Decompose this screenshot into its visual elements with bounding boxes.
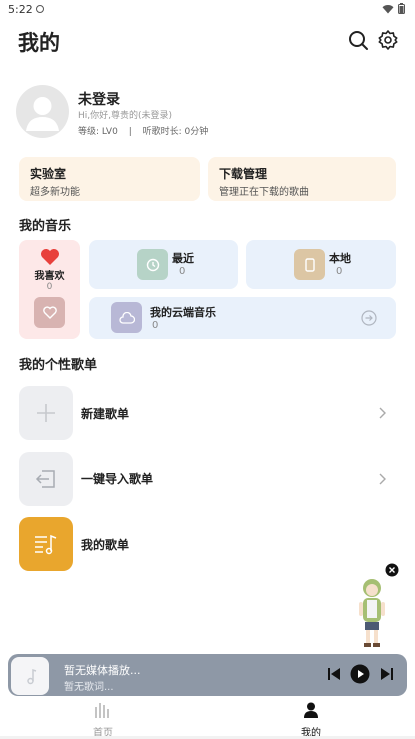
phone-icon: [304, 257, 315, 272]
status-icons: [382, 3, 405, 14]
favorite-tile[interactable]: 我喜欢 0: [19, 240, 80, 339]
playlists-title: 我的个性歌单: [19, 358, 98, 373]
status-bar: 5:22: [0, 0, 415, 20]
cloud-music-tile[interactable]: 我的云端音乐 0: [89, 297, 396, 339]
player-lyrics: 暂无歌词...: [64, 682, 114, 693]
cloud-music-count: 0: [152, 320, 159, 331]
stats-separator: |: [128, 127, 132, 137]
recent-count: 0: [179, 266, 186, 277]
listen-time: 听歌时长: 0分钟: [142, 127, 209, 137]
user-name[interactable]: 未登录: [78, 89, 120, 109]
import-playlist-button[interactable]: [19, 452, 73, 506]
battery-icon: [398, 3, 405, 14]
favorite-label: 我喜欢: [34, 271, 65, 282]
import-playlist-label[interactable]: 一键导入歌单: [81, 470, 153, 487]
download-card-subtitle: 管理正在下载的歌曲: [219, 187, 309, 198]
player-title: 暂无媒体播放...: [64, 664, 141, 677]
user-icon: [304, 702, 318, 718]
chevron-right-icon[interactable]: [375, 472, 389, 486]
mini-player[interactable]: 暂无媒体播放... 暂无歌词...: [8, 654, 407, 696]
cloud-icon: [118, 311, 135, 324]
user-silhouette-icon: [26, 97, 59, 131]
my-playlist-label[interactable]: 我的歌单: [81, 536, 129, 553]
download-card-title: 下载管理: [219, 167, 268, 181]
lab-card-title: 实验室: [30, 167, 67, 181]
my-music-title: 我的音乐: [19, 219, 72, 234]
new-playlist-label[interactable]: 新建歌单: [81, 405, 129, 422]
my-playlist-button[interactable]: [19, 517, 73, 571]
nav-home[interactable]: 首页: [73, 702, 133, 739]
plus-icon: [37, 404, 55, 422]
settings-gear-icon[interactable]: [377, 29, 399, 51]
local-count: 0: [336, 266, 343, 277]
avatar[interactable]: [16, 85, 69, 138]
local-label: 本地: [329, 252, 351, 265]
recent-tile[interactable]: 最近 0: [89, 240, 238, 289]
recent-icon-box: [137, 249, 168, 280]
local-tile[interactable]: 本地 0: [246, 240, 396, 289]
arrow-right-circle-icon[interactable]: [361, 310, 377, 326]
nav-mine[interactable]: 我的: [281, 702, 341, 739]
lab-card-subtitle: 超多新功能: [30, 187, 80, 198]
heart-icon: [41, 249, 59, 265]
favorite-heart-box: [34, 297, 65, 328]
cloud-icon-box: [111, 302, 142, 333]
heart-outline-icon: [42, 306, 57, 319]
user-stats: 等级: LV0 | 听歌时长: 0分钟: [78, 124, 208, 137]
download-card[interactable]: 下载管理 管理正在下载的歌曲: [208, 157, 396, 201]
wifi-icon: [382, 4, 394, 13]
user-greeting: Hi,你好,尊贵的(未登录): [78, 111, 173, 121]
local-icon-box: [294, 249, 325, 280]
page-title: 我的: [18, 31, 60, 55]
previous-icon[interactable]: [326, 666, 342, 682]
notification-dot-icon: [36, 5, 44, 13]
search-icon[interactable]: [347, 29, 369, 51]
music-note-icon: [27, 668, 37, 685]
user-level: 等级: LV0: [78, 127, 118, 137]
import-icon: [35, 470, 55, 488]
album-art: [11, 657, 49, 695]
mascot-character[interactable]: [354, 576, 390, 650]
next-icon[interactable]: [379, 666, 395, 682]
bars-home-icon: [95, 703, 109, 718]
recent-label: 最近: [172, 252, 194, 265]
close-icon[interactable]: [385, 563, 399, 577]
favorite-count: 0: [46, 282, 53, 292]
chevron-right-icon[interactable]: [375, 406, 389, 420]
clock-icon: [146, 258, 159, 271]
new-playlist-button[interactable]: [19, 386, 73, 440]
play-icon[interactable]: [350, 664, 370, 684]
lab-card[interactable]: 实验室 超多新功能: [19, 157, 200, 201]
status-time: 5:22: [8, 3, 33, 16]
music-list-icon: [35, 534, 57, 555]
cloud-music-label: 我的云端音乐: [150, 306, 216, 319]
